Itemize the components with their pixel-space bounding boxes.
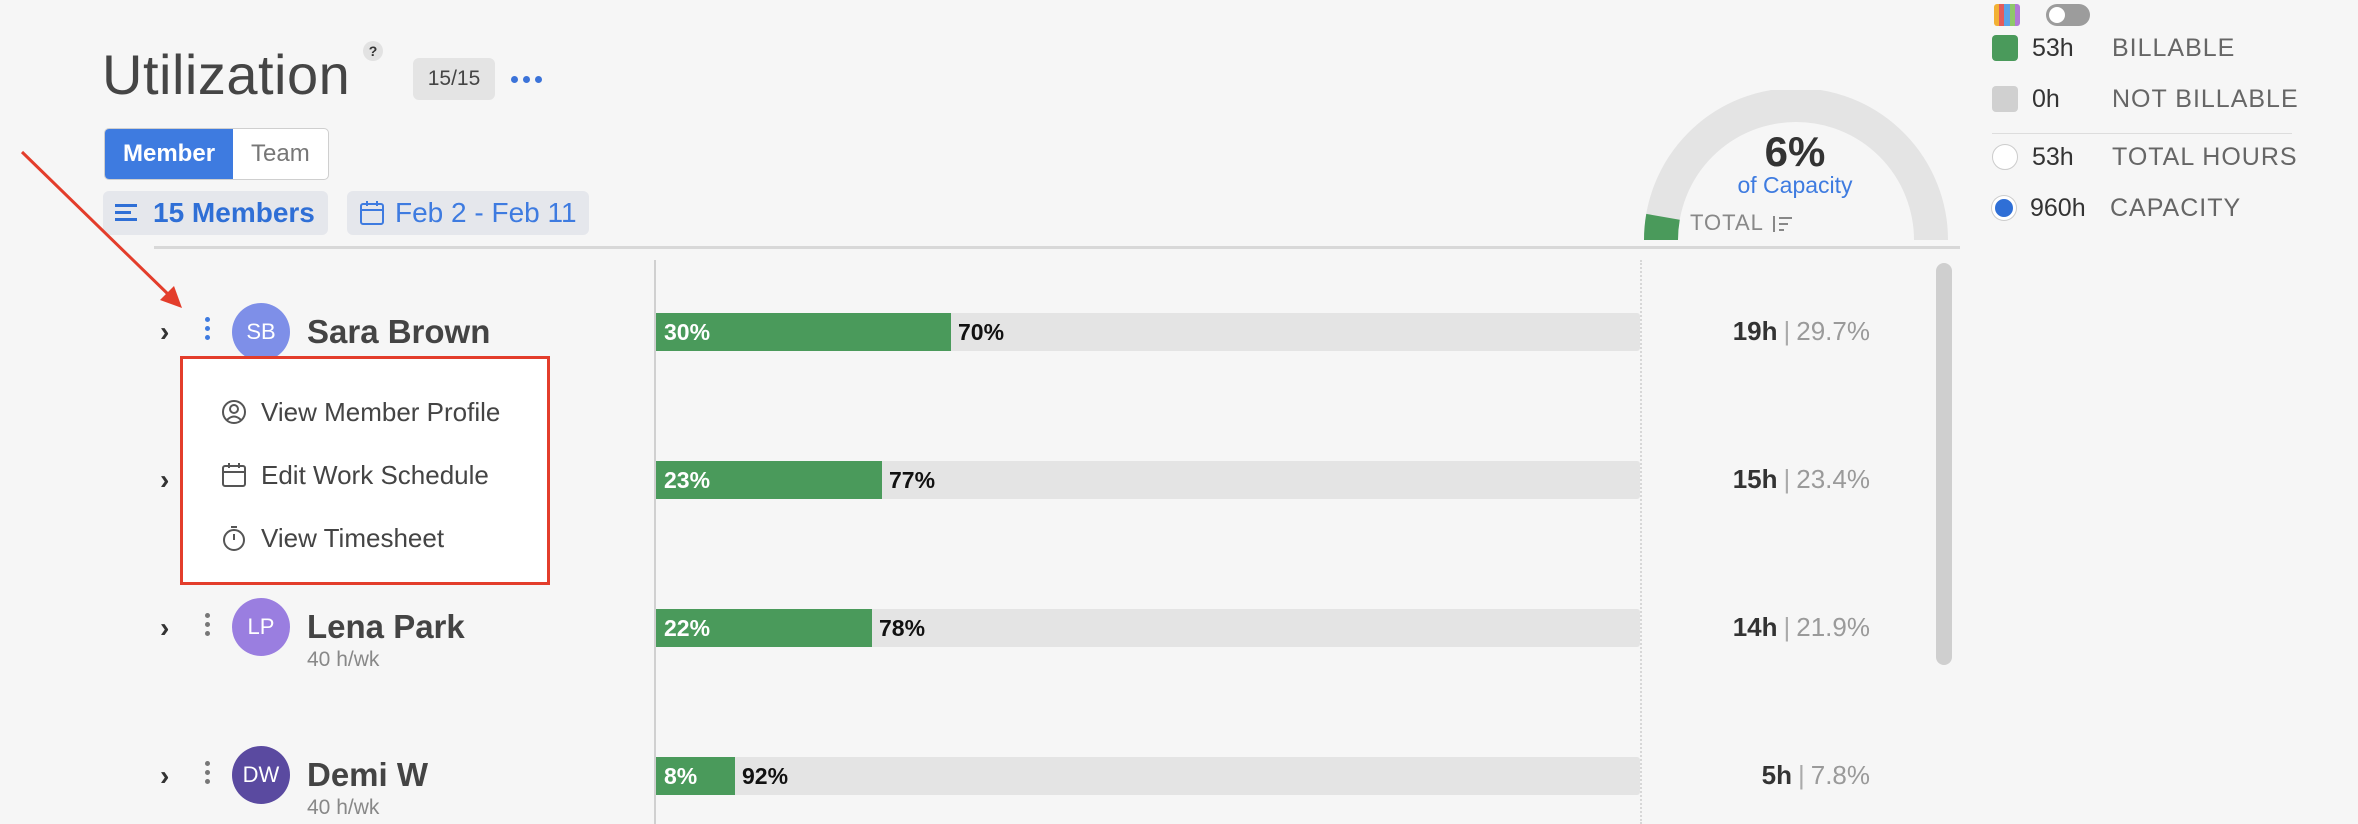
capacity-label: of Capacity [1737,172,1853,198]
utilization-bar: 8% 92% [656,757,1640,795]
billable-swatch [1992,35,2018,61]
separator: | [1783,612,1791,642]
hours: 15h [1732,464,1778,494]
separator: | [1783,464,1791,494]
member-actions-menu: View Member Profile Edit Work Schedule V… [180,356,550,585]
member-name[interactable]: Sara Brown [307,313,490,351]
legend-label: TOTAL HOURS [2112,142,2298,171]
row-menu-button[interactable] [200,613,214,636]
calendar-icon [360,201,384,225]
billable-percent: 22% [664,615,711,641]
utilization-bar: 22% 78% [656,609,1640,647]
sort-icon [1773,216,1793,233]
stopwatch-icon [223,526,245,551]
member-schedule: 40 h/wk [307,648,380,671]
row-total: 5h | 7.8% [1660,760,1870,791]
row-total: 14h | 21.9% [1660,612,1870,643]
total-hours-swatch [1992,144,2018,170]
color-palette-icon[interactable] [1994,4,2020,26]
billable-percent: 23% [664,467,711,493]
remaining-percent: 78% [879,615,926,641]
legend-billable: 53h BILLABLE [1992,31,2235,65]
total-sort-button[interactable]: TOTAL [1690,210,1794,236]
legend-label: BILLABLE [2112,33,2236,62]
separator: | [1783,316,1791,346]
utilization-bar: 23% 77% [656,461,1640,499]
expand-chevron-icon[interactable]: › [160,466,180,494]
legend-value: 53h [2032,33,2074,62]
expand-chevron-icon[interactable]: › [160,614,180,642]
remaining-percent: 77% [889,467,936,493]
row-total: 15h | 23.4% [1660,464,1870,495]
member-name[interactable]: Demi W [307,756,428,794]
page-title: Utilization [102,43,351,106]
header-divider [154,246,1960,249]
menu-item-label: View Member Profile [261,396,501,427]
menu-item-label: View Timesheet [261,522,445,553]
menu-item-label: Edit Work Schedule [261,459,489,490]
date-range-label: Feb 2 - Feb 11 [395,197,577,228]
tab-team[interactable]: Team [233,129,328,179]
menu-edit-work-schedule[interactable]: Edit Work Schedule [221,455,489,495]
menu-view-member-profile[interactable]: View Member Profile [221,392,500,432]
avatar: LP [232,598,290,656]
legend-label: CAPACITY [2110,193,2242,222]
legend-label: NOT BILLABLE [2112,84,2299,113]
legend-capacity: 960h CAPACITY [1992,191,2241,225]
member-name[interactable]: Lena Park [307,608,465,646]
toggle-knob [2049,7,2065,23]
row-menu-button[interactable] [200,761,214,784]
row-menu-button[interactable] [200,317,214,340]
count-badge: 15/15 [413,58,495,100]
share-percent: 23.4% [1796,464,1870,494]
row-total: 19h | 29.7% [1660,316,1870,347]
utilization-bar: 30% 70% [656,313,1640,351]
capacity-swatch [1992,196,2016,220]
legend-not-billable: 0h NOT BILLABLE [1992,82,2299,116]
share-percent: 21.9% [1796,612,1870,642]
billable-percent: 30% [664,319,711,345]
color-toggle[interactable] [2046,4,2090,26]
legend-divider [1992,133,2292,134]
grid-line [1640,260,1642,824]
separator: | [1797,760,1805,790]
avatar: DW [232,746,290,804]
share-percent: 29.7% [1796,316,1870,346]
billable-percent: 8% [664,763,698,789]
user-circle-icon [222,400,246,424]
help-icon[interactable]: ? [363,41,383,61]
capacity-percent: 6% [1764,128,1826,175]
vertical-scrollbar[interactable] [1936,263,1952,665]
share-percent: 7.8% [1810,760,1870,790]
legend-value: 960h [2030,193,2086,222]
legend-value: 0h [2032,84,2060,113]
date-range-button[interactable]: Feb 2 - Feb 11 [347,191,589,235]
avatar: SB [232,303,290,361]
member-schedule: 40 h/wk [307,796,380,819]
annotation-arrow [20,150,182,308]
hours: 14h [1732,612,1778,642]
hours: 19h [1732,316,1778,346]
hours: 5h [1761,760,1792,790]
total-sort-label: TOTAL [1690,210,1764,235]
remaining-percent: 70% [958,319,1005,345]
remaining-percent: 92% [742,763,789,789]
legend-value: 53h [2032,142,2074,171]
legend-total-hours: 53h TOTAL HOURS [1992,140,2298,174]
calendar-icon [222,463,246,487]
more-options-icon[interactable] [511,64,545,94]
not-billable-swatch [1992,86,2018,112]
expand-chevron-icon[interactable]: › [160,762,180,790]
menu-view-timesheet[interactable]: View Timesheet [221,518,444,558]
